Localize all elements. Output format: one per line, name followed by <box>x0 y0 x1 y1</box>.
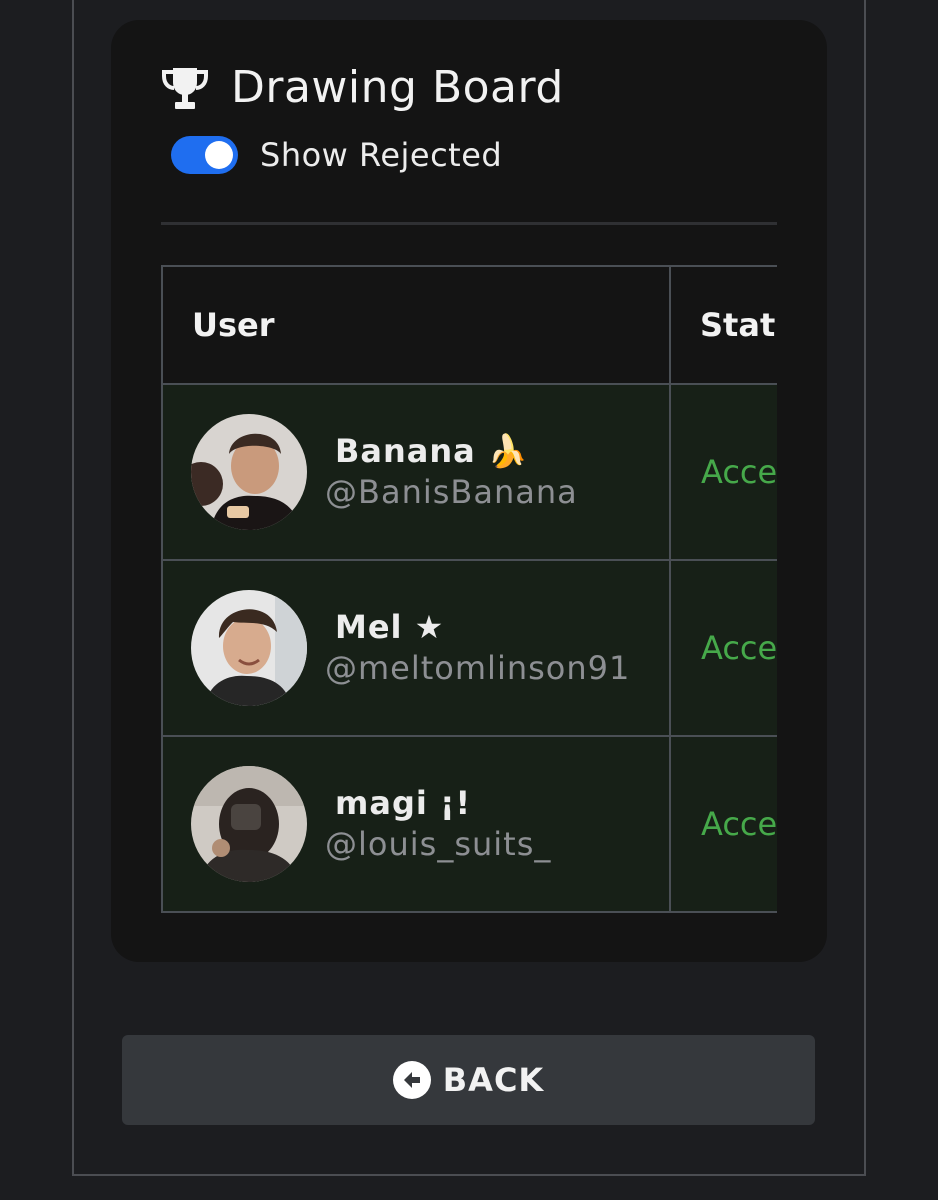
status-cell: Acce <box>669 383 777 561</box>
arrow-left-circle-icon <box>392 1061 431 1099</box>
show-rejected-row: Show Rejected <box>171 136 502 174</box>
column-header-user: User <box>161 265 671 385</box>
user-names: Banana 🍌 @BanisBanana <box>325 431 578 513</box>
show-rejected-toggle[interactable] <box>171 136 238 174</box>
back-button[interactable]: BACK <box>122 1035 815 1125</box>
display-name: magi ¡! <box>335 784 472 822</box>
user-names: magi ¡! @louis_suits_ <box>325 783 551 865</box>
table-row[interactable]: magi ¡! @louis_suits_ Acce <box>161 735 777 913</box>
user-cell: Mel ★ @meltomlinson91 <box>163 590 669 706</box>
avatar[interactable] <box>191 766 307 882</box>
avatar[interactable] <box>191 590 307 706</box>
user-handle[interactable]: @BanisBanana <box>325 471 578 513</box>
leaderboard-card: Drawing Board Show Rejected User Stat Ba… <box>111 20 827 962</box>
user-handle[interactable]: @meltomlinson91 <box>325 647 630 689</box>
submissions-table-scroll[interactable]: User Stat Banana 🍌 @BanisBanana Acce Mel… <box>161 265 777 913</box>
display-name: Banana 🍌 <box>335 432 529 470</box>
toggle-knob <box>205 141 233 169</box>
user-handle[interactable]: @louis_suits_ <box>325 823 551 865</box>
card-header: Drawing Board <box>161 62 564 113</box>
show-rejected-label: Show Rejected <box>260 136 503 174</box>
status-cell: Acce <box>669 559 777 737</box>
column-header-status: Stat <box>669 265 777 385</box>
display-name: Mel ★ <box>335 608 445 646</box>
user-cell: magi ¡! @louis_suits_ <box>163 766 669 882</box>
avatar-image <box>191 590 307 706</box>
divider <box>161 222 777 225</box>
table-header-row: User Stat <box>161 265 777 385</box>
trophy-icon <box>162 67 208 109</box>
submissions-table: User Stat Banana 🍌 @BanisBanana Acce Mel… <box>161 265 777 913</box>
avatar[interactable] <box>191 414 307 530</box>
table-row[interactable]: Banana 🍌 @BanisBanana Acce <box>161 383 777 561</box>
table-row[interactable]: Mel ★ @meltomlinson91 Acce <box>161 559 777 737</box>
user-cell: Banana 🍌 @BanisBanana <box>163 414 669 530</box>
page-title: Drawing Board <box>231 62 564 113</box>
back-button-label: BACK <box>442 1061 545 1099</box>
avatar-image <box>191 766 307 882</box>
user-names: Mel ★ @meltomlinson91 <box>325 607 630 689</box>
status-cell: Acce <box>669 735 777 913</box>
avatar-image <box>191 414 307 530</box>
